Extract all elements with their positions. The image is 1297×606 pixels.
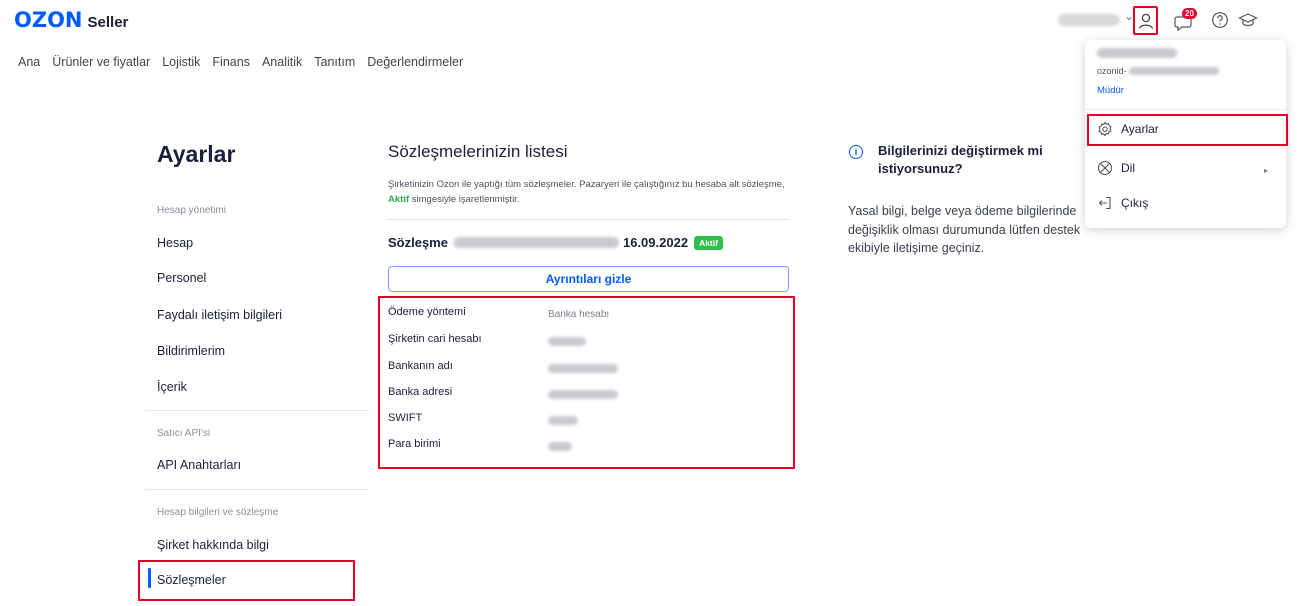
contract-number-redacted xyxy=(453,237,619,248)
contract-header: Sözleşme 16.09.2022 Aktif xyxy=(388,235,723,250)
user-icon xyxy=(1138,13,1153,29)
logo-brand: OZON xyxy=(14,8,83,32)
description-text-2: simgesiyle işaretlenmiştir. xyxy=(411,194,520,205)
contracts-description: Şirketinizin Ozon ile yaptığı tüm sözleş… xyxy=(388,177,788,207)
section-account-management: Hesap yönetimi xyxy=(157,205,226,216)
sidebar-divider xyxy=(145,410,369,411)
main-nav: Ana Ürünler ve fiyatlar Lojistik Finans … xyxy=(18,55,475,69)
status-badge: Aktif xyxy=(694,235,723,250)
nav-item-home[interactable]: Ana xyxy=(18,55,40,69)
sidebar-item-useful-contacts[interactable]: Faydalı iletişim bilgileri xyxy=(157,308,282,322)
contract-date: 16.09.2022 xyxy=(622,235,689,250)
graduation-cap-icon xyxy=(1238,13,1258,27)
ozon-seller-logo[interactable]: OZON Seller xyxy=(14,8,128,32)
divider xyxy=(388,219,790,220)
sidebar-item-notifications[interactable]: Bildirimlerim xyxy=(157,344,225,358)
section-account-info-contract: Hesap bilgileri ve sözleşme xyxy=(157,507,279,518)
sidebar-item-company-info[interactable]: Şirket hakkında bilgi xyxy=(157,538,269,552)
nav-item-promotion[interactable]: Tanıtım xyxy=(314,55,355,69)
messages-button[interactable]: 20 xyxy=(1168,8,1202,34)
user-id-prefix: ozonid- xyxy=(1097,66,1127,76)
menu-item-language[interactable]: Dil xyxy=(1097,160,1135,176)
menu-item-logout-label: Çıkış xyxy=(1121,196,1149,210)
user-id: ozonid- xyxy=(1097,66,1219,76)
nav-item-products[interactable]: Ürünler ve fiyatlar xyxy=(52,55,150,69)
help-button[interactable] xyxy=(1209,9,1231,31)
profile-button[interactable] xyxy=(1133,6,1158,35)
globe-icon xyxy=(1097,160,1113,176)
sidebar-divider xyxy=(145,489,369,490)
nav-item-logistics[interactable]: Lojistik xyxy=(162,55,200,69)
info-title: Bilgilerinizi değiştirmek mi istiyorsunu… xyxy=(878,143,1043,176)
description-aktif: Aktif xyxy=(388,194,410,205)
account-name-redacted[interactable] xyxy=(1058,14,1120,26)
sidebar-item-staff[interactable]: Personel xyxy=(157,271,206,285)
user-name-redacted xyxy=(1097,48,1177,58)
info-text: Yasal bilgi, belge veya ödeme bilgilerin… xyxy=(848,204,1081,255)
hide-details-button[interactable]: Ayrıntıları gizle xyxy=(388,266,789,292)
user-id-redacted xyxy=(1128,67,1219,75)
highlight-settings-item xyxy=(1087,114,1288,146)
help-circle-icon xyxy=(1212,12,1228,28)
nav-item-analytics[interactable]: Analitik xyxy=(262,55,302,69)
menu-item-logout[interactable]: Çıkış xyxy=(1097,195,1148,211)
divider xyxy=(1085,109,1286,110)
sidebar-item-api-keys[interactable]: API Anahtarları xyxy=(157,458,241,472)
section-seller-api: Satıcı API'si xyxy=(157,428,211,439)
notification-badge: 20 xyxy=(1182,8,1197,19)
nav-item-reviews[interactable]: Değerlendirmeler xyxy=(367,55,463,69)
logo-product: Seller xyxy=(87,14,129,31)
sidebar-item-account[interactable]: Hesap xyxy=(157,236,193,250)
page-title: Ayarlar xyxy=(157,141,236,167)
description-text-1: Şirketinizin Ozon ile yaptığı tüm sözleş… xyxy=(388,179,785,190)
nav-item-finance[interactable]: Finans xyxy=(212,55,250,69)
sidebar-item-content[interactable]: İçerik xyxy=(157,380,187,394)
info-icon: i xyxy=(849,145,863,159)
academy-button[interactable] xyxy=(1236,9,1260,31)
user-role: Müdür xyxy=(1097,85,1124,96)
logout-icon xyxy=(1097,195,1113,211)
highlight-contract-details xyxy=(378,296,795,469)
highlight-contracts-item xyxy=(138,560,355,601)
contracts-title: Sözleşmelerinizin listesi xyxy=(388,142,568,161)
menu-item-language-label: Dil xyxy=(1121,161,1135,175)
chevron-right-icon: ▸ xyxy=(1264,166,1269,175)
contract-prefix: Sözleşme xyxy=(388,235,448,250)
